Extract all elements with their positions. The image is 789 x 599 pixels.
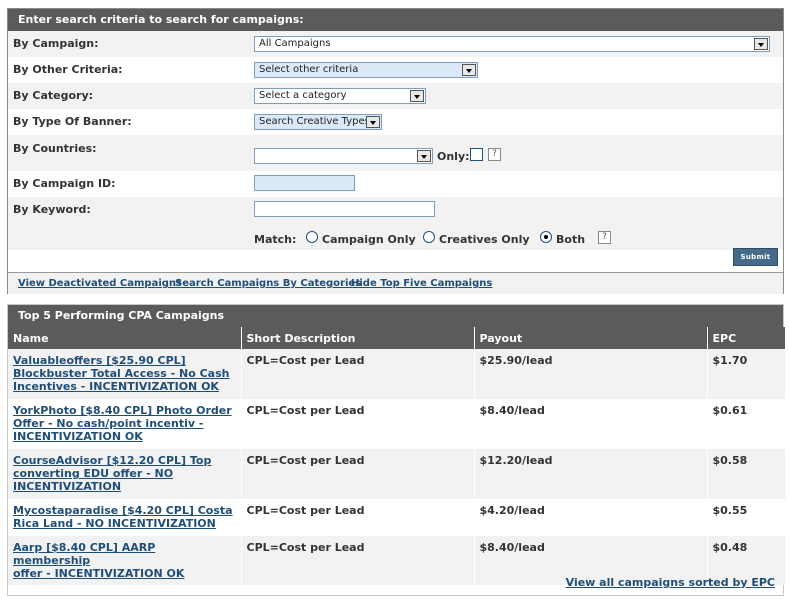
campaign-name-line: Incentives - INCENTIVIZATION OK xyxy=(13,380,219,393)
chevron-down-icon xyxy=(462,64,476,76)
campaign-name-line: Aarp [$8.40 CPL] AARP membership xyxy=(13,541,156,567)
col-epc: EPC xyxy=(707,327,785,349)
campaign-link[interactable]: Valuableoffers [$25.90 CPL] Blockbuster … xyxy=(13,354,229,393)
campaign-select[interactable]: All Campaigns xyxy=(254,36,770,52)
campaign-link[interactable]: CourseAdvisor [$12.20 CPL] Top convertin… xyxy=(13,454,211,493)
epc-cell: $0.61 xyxy=(707,399,785,449)
other-criteria-label: By Other Criteria: xyxy=(13,63,123,76)
campaign-id-label: By Campaign ID: xyxy=(13,177,116,190)
banner-type-select[interactable]: Search Creative Types xyxy=(254,114,382,130)
desc-cell: CPL=Cost per Lead xyxy=(241,349,475,399)
campaign-name-line: CourseAdvisor [$12.20 CPL] Top xyxy=(13,454,212,467)
epc-cell: $1.70 xyxy=(707,349,785,399)
category-select[interactable]: Select a category xyxy=(254,88,426,104)
campaign-link[interactable]: Mycostaparadise [$4.20 CPL] Costa Rica L… xyxy=(13,504,233,530)
category-label: By Category: xyxy=(13,89,94,102)
campaign-name-line: Mycostaparadise [$4.20 CPL] Costa xyxy=(13,504,233,517)
epc-cell: $0.55 xyxy=(707,499,785,536)
campaign-select-value: All Campaigns xyxy=(259,38,331,49)
table-row: CourseAdvisor [$12.20 CPL] Top convertin… xyxy=(8,449,785,499)
search-panel: Enter search criteria to search for camp… xyxy=(7,8,784,294)
payout-cell: $4.20/lead xyxy=(474,499,708,536)
other-criteria-select[interactable]: Select other criteria xyxy=(254,62,478,78)
name-cell: Mycostaparadise [$4.20 CPL] Costa Rica L… xyxy=(8,499,242,536)
campaign-name-line: INCENTIVIZATION OK xyxy=(13,430,143,443)
top5-panel: Top 5 Performing CPA Campaigns Name Shor… xyxy=(7,304,785,596)
category-value: Select a category xyxy=(259,90,347,101)
chevron-down-icon xyxy=(754,38,768,50)
chevron-down-icon xyxy=(366,116,380,128)
campaign-label: By Campaign: xyxy=(13,37,99,50)
keyword-input[interactable] xyxy=(254,201,435,217)
only-label: Only: xyxy=(437,150,470,163)
campaign-name-line: INCENTIVIZATION xyxy=(13,480,122,493)
campaign-name-line: converting EDU offer - NO xyxy=(13,467,174,480)
row-countries: By Countries: Only: ? xyxy=(8,135,783,171)
campaign-name-line: Blockbuster Total Access - No Cash xyxy=(13,367,230,380)
table-header-row: Name Short Description Payout EPC xyxy=(8,327,785,349)
match-radio-both[interactable] xyxy=(540,231,552,243)
view-all-link[interactable]: View all campaigns sorted by EPC xyxy=(566,576,775,589)
name-cell: Aarp [$8.40 CPL] AARP membership offer -… xyxy=(8,536,242,585)
col-short-description: Short Description xyxy=(241,327,475,349)
campaign-name-line: Rica Land - NO INCENTIVIZATION xyxy=(13,517,216,530)
epc-cell: $0.58 xyxy=(707,449,785,499)
col-payout: Payout xyxy=(474,327,708,349)
keyword-label: By Keyword: xyxy=(13,203,91,216)
link-view-deactivated[interactable]: View Deactivated Campaigns xyxy=(18,278,182,289)
table-row: YorkPhoto [$8.40 CPL] Photo Order Offer … xyxy=(8,399,785,449)
table-row: Mycostaparadise [$4.20 CPL] Costa Rica L… xyxy=(8,499,785,536)
search-footer-links: View Deactivated Campaigns Search Campai… xyxy=(8,272,783,294)
desc-cell: CPL=Cost per Lead xyxy=(241,399,475,449)
link-search-by-categories[interactable]: Search Campaigns By Categories xyxy=(175,278,361,289)
campaign-id-input[interactable] xyxy=(254,175,355,191)
row-campaign-id: By Campaign ID: xyxy=(8,171,783,197)
campaign-link[interactable]: Aarp [$8.40 CPL] AARP membership offer -… xyxy=(13,541,236,580)
top5-header: Top 5 Performing CPA Campaigns xyxy=(8,305,783,327)
help-icon[interactable]: ? xyxy=(488,148,501,161)
campaign-name-line: Valuableoffers [$25.90 CPL] xyxy=(13,354,186,367)
desc-cell: CPL=Cost per Lead xyxy=(241,499,475,536)
countries-select[interactable] xyxy=(254,148,433,164)
chevron-down-icon xyxy=(410,90,424,102)
other-criteria-value: Select other criteria xyxy=(259,64,359,75)
name-cell: CourseAdvisor [$12.20 CPL] Top convertin… xyxy=(8,449,242,499)
banner-type-value: Search Creative Types xyxy=(259,116,370,127)
campaign-name-line: Offer - No cash/point incentiv - xyxy=(13,417,204,430)
name-cell: YorkPhoto [$8.40 CPL] Photo Order Offer … xyxy=(8,399,242,449)
only-checkbox[interactable] xyxy=(470,148,483,161)
campaign-link[interactable]: YorkPhoto [$8.40 CPL] Photo Order Offer … xyxy=(13,404,232,443)
row-banner-type: By Type Of Banner: Search Creative Types xyxy=(8,109,783,135)
chevron-down-icon xyxy=(417,150,431,162)
match-option-creatives-only: Creatives Only xyxy=(439,233,530,246)
col-name: Name xyxy=(8,327,242,349)
campaign-name-line: offer - INCENTIVIZATION OK xyxy=(13,567,185,580)
link-hide-top-five[interactable]: Hide Top Five Campaigns xyxy=(351,278,492,289)
countries-label: By Countries: xyxy=(13,142,97,155)
payout-cell: $12.20/lead xyxy=(474,449,708,499)
payout-cell: $25.90/lead xyxy=(474,349,708,399)
match-radio-creatives-only[interactable] xyxy=(423,231,435,243)
match-radio-campaign-only[interactable] xyxy=(306,231,318,243)
row-category: By Category: Select a category xyxy=(8,83,783,109)
table-row: Valuableoffers [$25.90 CPL] Blockbuster … xyxy=(8,349,785,399)
top5-table: Name Short Description Payout EPC Valuab… xyxy=(8,327,785,585)
help-icon[interactable]: ? xyxy=(598,231,611,244)
submit-button[interactable]: Submit xyxy=(733,248,778,266)
row-other-criteria: By Other Criteria: Select other criteria xyxy=(8,57,783,83)
payout-cell: $8.40/lead xyxy=(474,399,708,449)
campaign-name-line: YorkPhoto [$8.40 CPL] Photo Order xyxy=(13,404,232,417)
match-option-both: Both xyxy=(556,233,586,246)
match-label: Match: xyxy=(254,233,297,246)
row-keyword: By Keyword: Match: Campaign Only Creativ… xyxy=(8,197,783,250)
desc-cell: CPL=Cost per Lead xyxy=(241,536,475,585)
desc-cell: CPL=Cost per Lead xyxy=(241,449,475,499)
search-header: Enter search criteria to search for camp… xyxy=(8,9,783,31)
row-campaign: By Campaign: All Campaigns xyxy=(8,31,783,57)
match-option-campaign-only: Campaign Only xyxy=(322,233,416,246)
name-cell: Valuableoffers [$25.90 CPL] Blockbuster … xyxy=(8,349,242,399)
banner-type-label: By Type Of Banner: xyxy=(13,115,132,128)
